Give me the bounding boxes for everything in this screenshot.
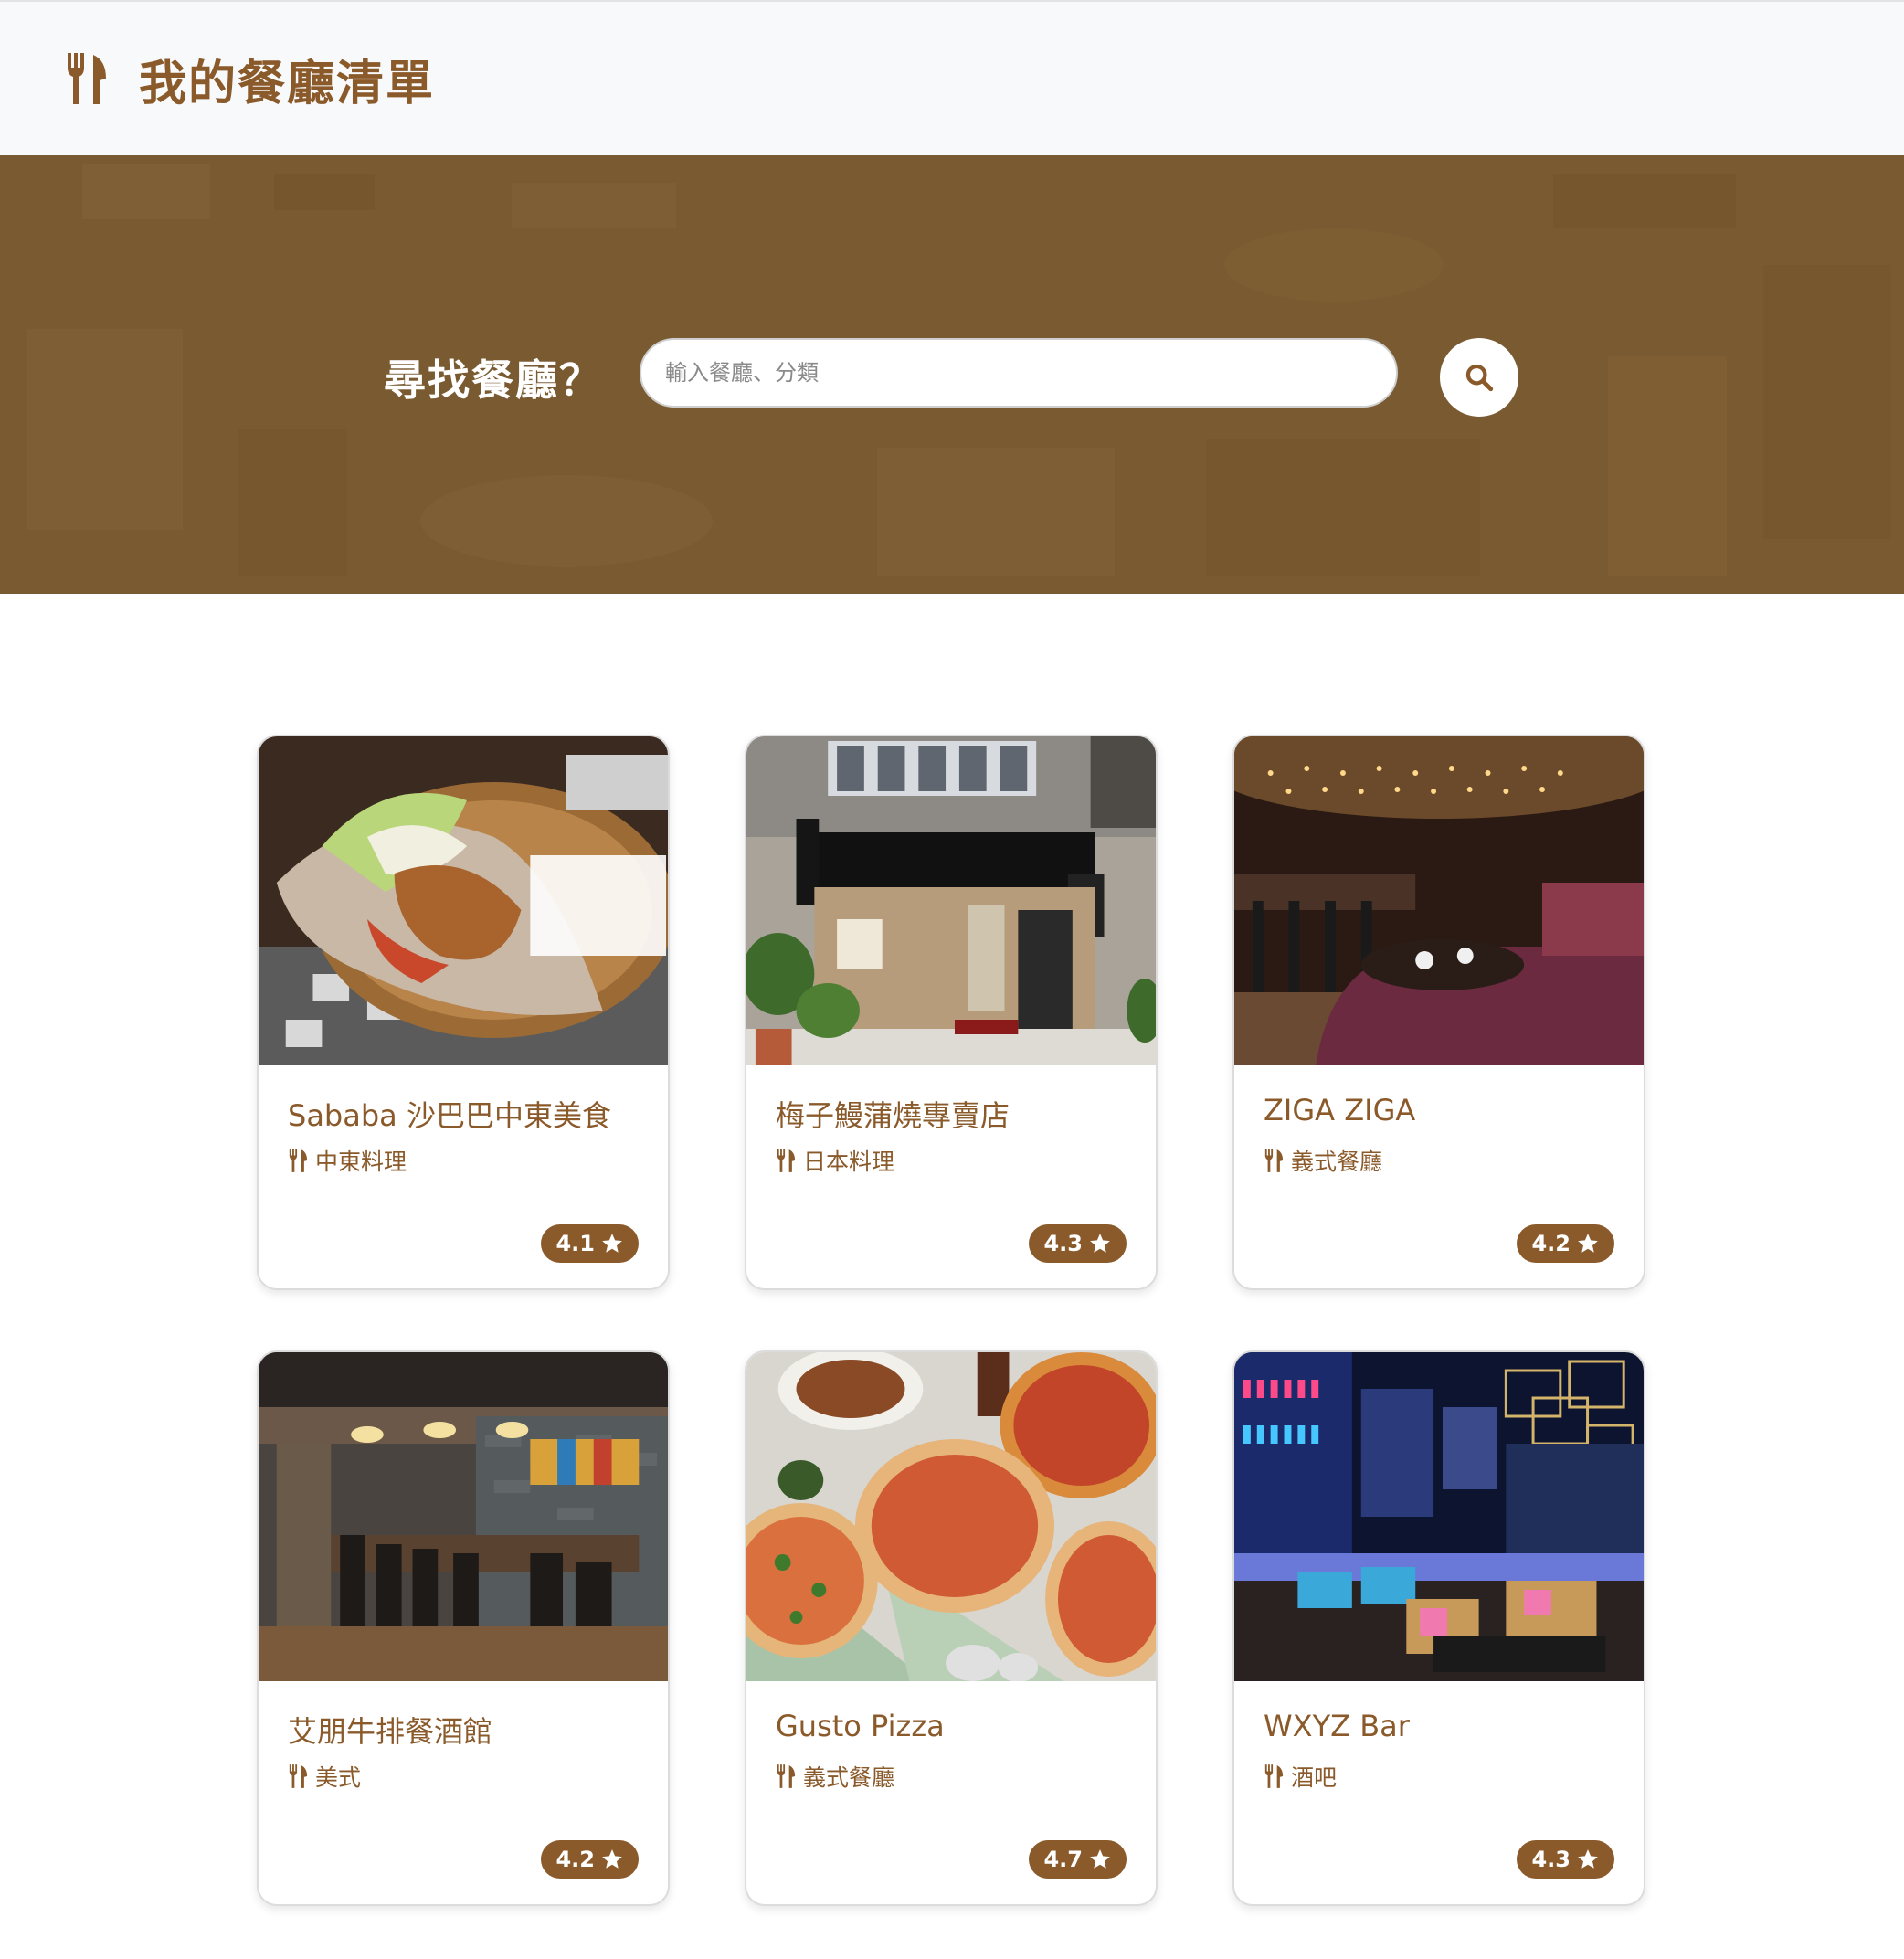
star-icon [602, 1849, 622, 1869]
utensils-icon [1264, 1764, 1284, 1788]
rating-badge: 4.3 [1517, 1840, 1614, 1879]
rating-value: 4.2 [555, 1847, 595, 1872]
rating-badge: 4.2 [1517, 1224, 1614, 1263]
navbar: 我的餐廳清單 [0, 0, 1904, 155]
search-button[interactable] [1440, 338, 1518, 417]
restaurant-category: 中東料理 [288, 1144, 407, 1177]
utensils-icon [1264, 1149, 1284, 1172]
neon-bar-photo [1234, 1352, 1644, 1681]
utensils-icon [289, 1764, 308, 1788]
star-icon [1090, 1849, 1110, 1869]
rating-badge: 4.1 [541, 1224, 639, 1263]
restaurant-name: Gusto Pizza [776, 1709, 945, 1743]
restaurant-category: 美式 [288, 1760, 361, 1793]
restaurant-name: WXYZ Bar [1264, 1709, 1410, 1743]
restaurant-name: 梅子鰻蒲燒專賣店 [776, 1098, 1010, 1133]
search-input[interactable] [640, 338, 1398, 408]
brand-link[interactable]: 我的餐廳清單 [64, 49, 435, 111]
utensils-icon [777, 1149, 796, 1172]
restaurant-card[interactable]: WXYZ Bar 酒吧 4.3 [1232, 1350, 1645, 1906]
utensils-icon [777, 1764, 796, 1788]
restaurant-category: 日本料理 [776, 1144, 894, 1177]
utensils-icon [289, 1149, 308, 1172]
utensils-icon [68, 53, 106, 104]
star-icon [1578, 1849, 1598, 1869]
restaurant-name: 艾朋牛排餐酒館 [288, 1714, 493, 1749]
rating-value: 4.2 [1531, 1231, 1571, 1256]
restaurant-card[interactable]: 梅子鰻蒲燒專賣店 日本料理 4.3 [745, 735, 1158, 1290]
restaurant-category: 酒吧 [1264, 1760, 1337, 1793]
category-label: 中東料理 [315, 1149, 407, 1175]
category-label: 酒吧 [1291, 1764, 1338, 1791]
restaurant-category: 義式餐廳 [1264, 1144, 1382, 1177]
star-icon [1090, 1234, 1110, 1253]
dining-room-photo [259, 1352, 668, 1681]
category-label: 義式餐廳 [1291, 1149, 1383, 1175]
restaurant-card[interactable]: Gusto Pizza 義式餐廳 4.7 [745, 1350, 1158, 1906]
brand-title: 我的餐廳清單 [139, 56, 436, 111]
rating-value: 4.3 [1043, 1231, 1083, 1256]
category-label: 日本料理 [803, 1149, 895, 1175]
rating-value: 4.3 [1531, 1847, 1571, 1872]
restaurant-card[interactable]: ZIGA ZIGA 義式餐廳 4.2 [1232, 735, 1645, 1290]
restaurant-card[interactable]: 艾朋牛排餐酒館 美式 4.2 [257, 1350, 670, 1906]
rating-value: 4.1 [555, 1231, 595, 1256]
restaurant-name: Sababa 沙巴巴中東美食 [288, 1098, 611, 1133]
search-banner: 尋找餐廳？ [0, 155, 1904, 594]
storefront-photo [746, 736, 1156, 1065]
category-label: 美式 [315, 1764, 362, 1791]
star-icon [602, 1234, 622, 1253]
search-icon [1465, 364, 1494, 392]
star-icon [1578, 1234, 1598, 1253]
pita-sandwich-photo [259, 736, 668, 1065]
rating-badge: 4.3 [1029, 1224, 1127, 1263]
pizza-table-photo [746, 1352, 1156, 1681]
category-label: 義式餐廳 [803, 1764, 895, 1791]
rating-badge: 4.2 [541, 1840, 639, 1879]
search-label: 尋找餐廳？ [384, 355, 603, 405]
lounge-interior-photo [1234, 736, 1644, 1065]
restaurant-card[interactable]: Sababa 沙巴巴中東美食 中東料理 4.1 [257, 735, 670, 1290]
restaurant-category: 義式餐廳 [776, 1760, 894, 1793]
rating-value: 4.7 [1043, 1847, 1083, 1872]
restaurant-name: ZIGA ZIGA [1264, 1093, 1416, 1128]
rating-badge: 4.7 [1029, 1840, 1127, 1879]
